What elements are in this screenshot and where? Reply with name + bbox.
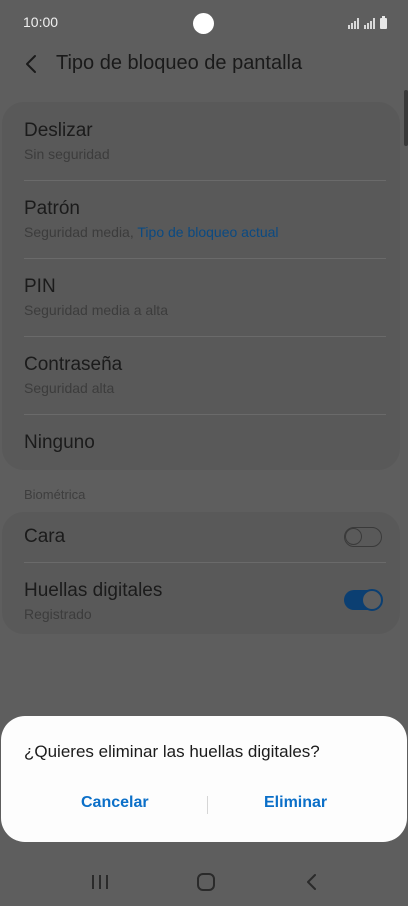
recent-apps-icon[interactable] [88,872,112,892]
option-title: Ninguno [24,432,95,453]
option-subtitle: Seguridad media, Tipo de bloqueo actual [24,224,382,240]
option-subtitle: Registrado [24,606,92,622]
status-bar: 10:00 [0,0,408,44]
header: Tipo de bloqueo de pantalla [0,44,408,100]
option-title: Contraseña [24,354,123,375]
lock-option-none[interactable]: Ninguno [24,432,382,454]
screen: 10:00 Tipo de bloqueo de pantalla Desliz… [0,0,408,906]
option-title: PIN [24,276,56,297]
divider [24,180,386,181]
lock-option-pattern[interactable]: Patrón Seguridad media, Tipo de bloqueo … [24,198,382,240]
status-time: 10:00 [23,14,59,30]
option-subtitle: Sin seguridad [24,146,110,162]
biometric-fingerprint-row[interactable]: Huellas digitales Registrado [24,580,382,622]
divider [24,562,386,563]
lock-option-password[interactable]: Contraseña Seguridad alta [24,354,382,396]
option-subtitle-text: Seguridad media, [24,224,134,240]
divider [24,258,386,259]
option-title: Cara [24,526,66,547]
biometrics-list: Cara Huellas digitales Registrado [2,512,400,634]
toggle-knob [361,589,383,611]
option-subtitle: Seguridad media a alta [24,302,168,318]
biometric-face-row[interactable]: Cara [24,526,382,548]
divider [24,414,386,415]
fingerprint-toggle[interactable] [344,589,383,611]
chevron-left-icon[interactable] [20,52,44,76]
signal-icon [348,18,359,29]
dialog-message: ¿Quieres eliminar las huellas digitales? [24,742,320,761]
dialog-button-divider [207,796,208,814]
scrollbar[interactable] [404,90,408,146]
delete-button[interactable]: Eliminar [264,794,327,812]
option-title: Deslizar [24,120,93,141]
status-icons [348,15,387,29]
navigation-bar [0,854,408,906]
cancel-button[interactable]: Cancelar [81,794,149,812]
lock-option-swipe[interactable]: Deslizar Sin seguridad [24,120,382,162]
toggle-knob [345,528,362,545]
face-toggle[interactable] [344,527,382,547]
back-icon[interactable] [300,872,324,892]
section-label-biometrics: Biométrica [24,487,86,502]
signal-icon [364,18,375,29]
delete-fingerprints-dialog: ¿Quieres eliminar las huellas digitales?… [1,716,407,842]
home-icon[interactable] [194,872,218,892]
option-title: Huellas digitales [24,580,163,601]
lock-option-pin[interactable]: PIN Seguridad media a alta [24,276,382,318]
lock-type-list: Deslizar Sin seguridad Patrón Seguridad … [2,102,400,470]
current-lock-label: Tipo de bloqueo actual [137,224,279,240]
page-title: Tipo de bloqueo de pantalla [56,52,303,74]
option-subtitle: Seguridad alta [24,380,115,396]
camera-cutout [193,13,214,34]
divider [24,336,386,337]
battery-icon [380,16,387,29]
option-title: Patrón [24,198,80,219]
